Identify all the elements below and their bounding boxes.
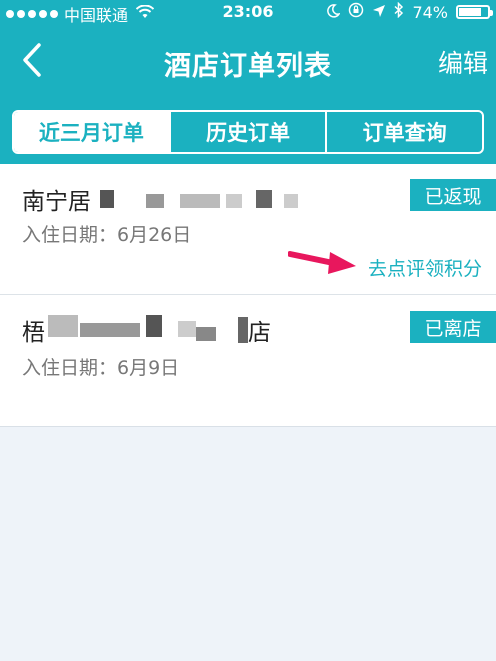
status-badge: 已返现: [410, 179, 496, 211]
tab-history-orders[interactable]: 历史订单: [168, 112, 326, 152]
redacted-name: [100, 190, 114, 208]
arrow-annotation-icon: [288, 251, 356, 274]
checkin-date: 入住日期：6月9日: [22, 357, 180, 379]
bluetooth-icon: [394, 1, 404, 22]
orientation-lock-icon: [348, 2, 364, 22]
location-arrow-icon: [372, 3, 386, 22]
navigation-bar: 酒店订单列表 编辑: [0, 24, 496, 100]
review-points-link[interactable]: 去点评领积分: [368, 254, 482, 281]
status-bar: 中国联通 23:06 74%: [0, 0, 496, 25]
tab-order-search[interactable]: 订单查询: [325, 112, 482, 152]
edit-button[interactable]: 编辑: [438, 44, 488, 80]
segmented-control: 近三月订单 历史订单 订单查询: [12, 110, 484, 154]
battery-percent: 74%: [412, 2, 448, 22]
redacted-name: [48, 315, 78, 337]
list-divider: [0, 426, 496, 427]
moon-icon: [326, 3, 342, 22]
hotel-name: 梧: [22, 320, 45, 346]
status-right: 74%: [326, 1, 493, 22]
page-title: 酒店订单列表: [164, 51, 332, 82]
hotel-name: 南宁居: [22, 189, 91, 215]
tab-recent-orders[interactable]: 近三月订单: [14, 112, 169, 152]
status-badge: 已离店: [410, 311, 496, 343]
hotel-name-suffix: 店: [248, 320, 271, 346]
order-item[interactable]: 南宁居 入住日期：6月26日 已返现 去点评领积分: [0, 164, 496, 295]
checkin-date: 入住日期：6月26日: [22, 224, 192, 246]
order-item[interactable]: 梧 店 入住日期：6月9日 已离店: [0, 295, 496, 426]
tab-bar: 近三月订单 历史订单 订单查询: [0, 100, 496, 164]
order-list: 南宁居 入住日期：6月26日 已返现 去点评领积分 梧 店 入住日期：6月9日 …: [0, 164, 496, 426]
battery-icon: [456, 5, 493, 19]
